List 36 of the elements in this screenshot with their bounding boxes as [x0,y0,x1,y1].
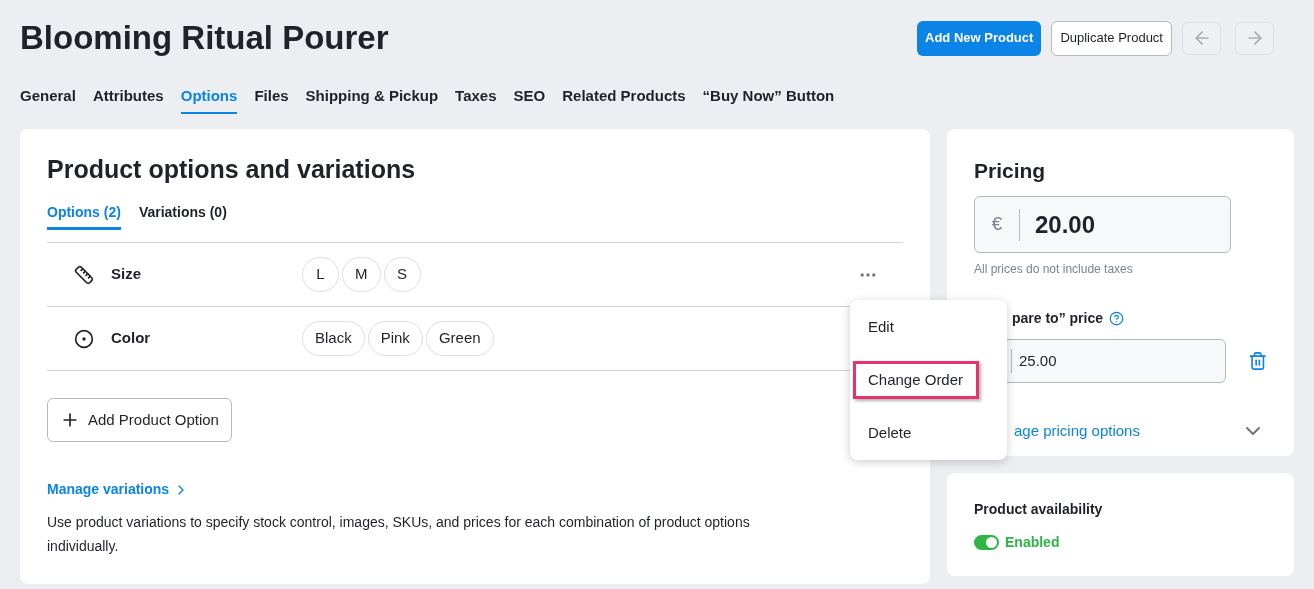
menu-item[interactable]: Change Order [853,361,979,399]
manage-variations-link[interactable]: Manage variations [47,479,190,500]
radio-icon [74,328,94,349]
tab[interactable]: Shipping & Pickup [305,85,439,114]
option-name: Size [111,264,142,285]
ruler-icon [74,264,94,285]
manage-pricing-link[interactable]: age pricing options [1014,419,1140,443]
menu-item[interactable]: Delete [853,414,1004,452]
option-name: Color [111,328,152,349]
help-icon[interactable] [1109,311,1125,326]
availability-status: Enabled [1005,532,1060,552]
tab[interactable]: General [20,85,76,114]
tab[interactable]: Related Products [562,85,686,114]
availability-title: Product availability [974,499,1104,519]
toggle-switch[interactable] [974,534,999,550]
tab[interactable]: “Buy Now” Button [702,85,835,114]
compare-price-label: pare to” price [1012,309,1104,328]
tab[interactable]: Attributes [92,85,164,114]
compare-price-value: 25.00 [1019,350,1057,371]
trash-icon[interactable] [1247,351,1267,371]
price-value: 20.00 [1035,209,1096,240]
currency-symbol: € [990,212,1004,237]
tab[interactable]: Files [254,85,289,114]
price-field[interactable]: € 20.00 [974,196,1231,253]
price-note: All prices do not include taxes [974,261,1134,278]
description: Use product variations to specify stock control, images, SKUs, and prices for each combination of product options individually. [47,513,751,556]
card-title: Product options and variations [47,153,417,185]
duplicate-button[interactable]: Duplicate Product [1051,20,1172,56]
page-title: Blooming Ritual Pourer [20,18,389,58]
add-product-button[interactable]: Add New Product [917,20,1042,56]
add-option-button[interactable]: Add Product Option [47,398,232,442]
pricing-title: Pricing [974,157,1047,184]
subtab[interactable]: Options (2) [47,202,121,230]
tab[interactable]: SEO [513,85,546,114]
tab[interactable]: Taxes [455,85,497,114]
subtab[interactable]: Variations (0) [138,202,227,230]
